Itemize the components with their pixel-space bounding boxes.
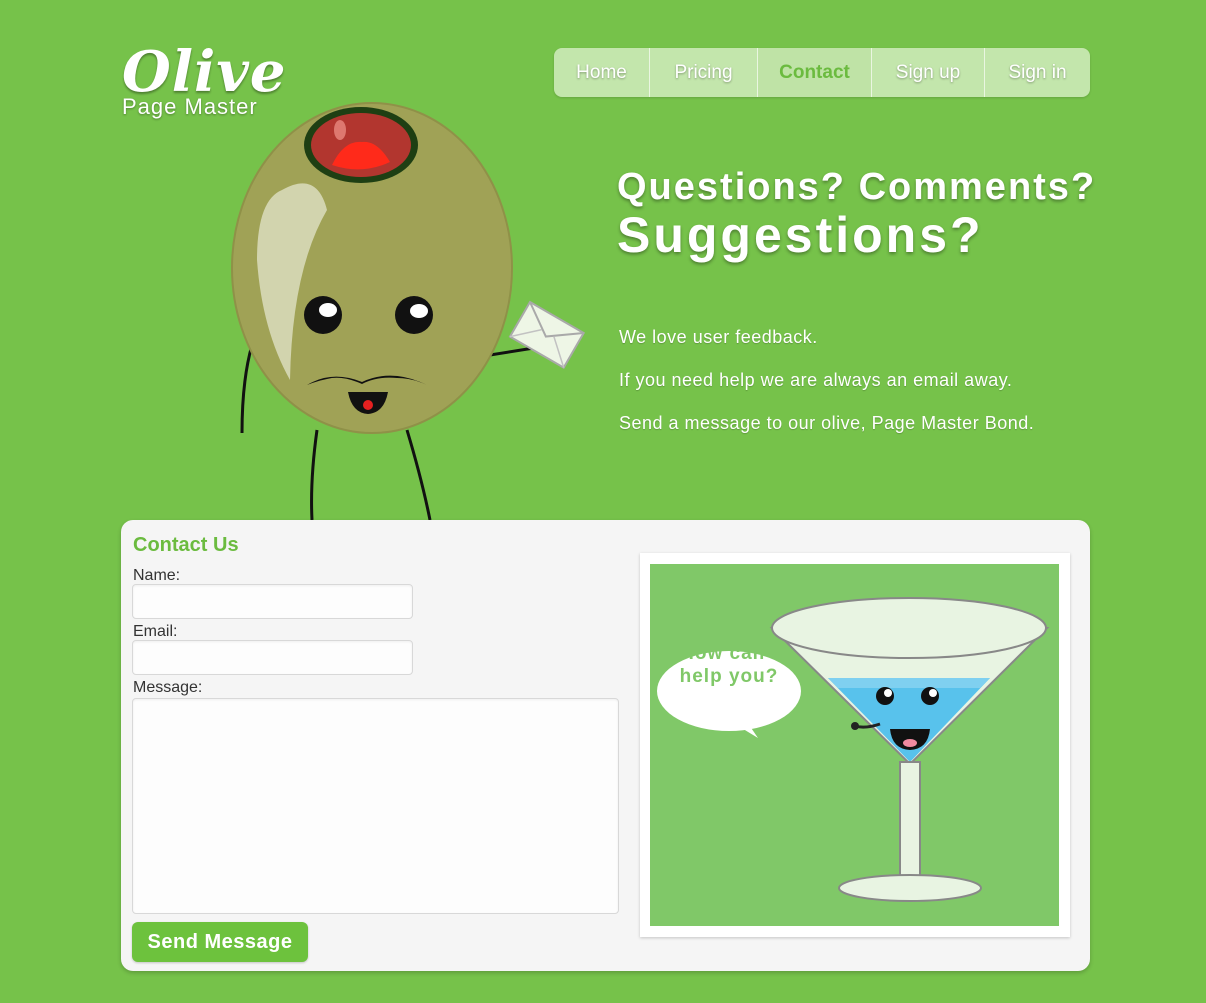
bubble-line-2: help you? — [679, 666, 779, 687]
nav-pricing[interactable]: Pricing — [650, 48, 758, 97]
main-nav: Home Pricing Contact Sign up Sign in — [554, 48, 1090, 97]
nav-signup[interactable]: Sign up — [872, 48, 985, 97]
martini-illustration: How can I help you? — [650, 564, 1059, 926]
olive-leg-right — [405, 429, 432, 521]
martini-stem — [899, 761, 921, 888]
headline-line-1: Questions? Comments? — [617, 166, 1097, 208]
martini-glass-illustration — [657, 597, 1050, 902]
email-input[interactable] — [132, 640, 413, 675]
send-message-button[interactable]: Send Message — [132, 922, 308, 962]
envelope-icon — [508, 300, 586, 370]
email-label: Email: — [133, 623, 178, 640]
nav-home[interactable]: Home — [554, 48, 650, 97]
olive-leg-left — [310, 429, 319, 521]
intro-line-1: We love user feedback. — [619, 327, 818, 347]
intro-line-3: Send a message to our olive, Page Master… — [619, 413, 1035, 433]
martini-base — [838, 874, 982, 902]
intro-text: We love user feedback. If you need help … — [619, 328, 1034, 457]
nav-contact[interactable]: Contact — [758, 48, 872, 97]
contact-panel: Contact Us Name: Email: Message: Send Me… — [121, 520, 1090, 971]
message-label: Message: — [133, 679, 203, 696]
olive-mascot-illustration — [231, 102, 586, 521]
intro-line-2: If you need help we are always an email … — [619, 370, 1013, 390]
speech-bubble-text: How can I help you? — [656, 642, 802, 688]
name-label: Name: — [133, 567, 181, 584]
martini-illustration-frame: How can I help you? — [640, 553, 1070, 937]
contact-form-title: Contact Us — [133, 534, 239, 556]
message-textarea[interactable] — [132, 698, 619, 914]
name-input[interactable] — [132, 584, 413, 619]
olive-arm-left — [240, 344, 254, 434]
nav-signin[interactable]: Sign in — [985, 48, 1090, 97]
page-headline: Questions? Comments? Suggestions? — [617, 166, 1096, 262]
bubble-line-1: How can I — [680, 643, 778, 664]
headline-line-2: Suggestions? — [617, 207, 984, 263]
